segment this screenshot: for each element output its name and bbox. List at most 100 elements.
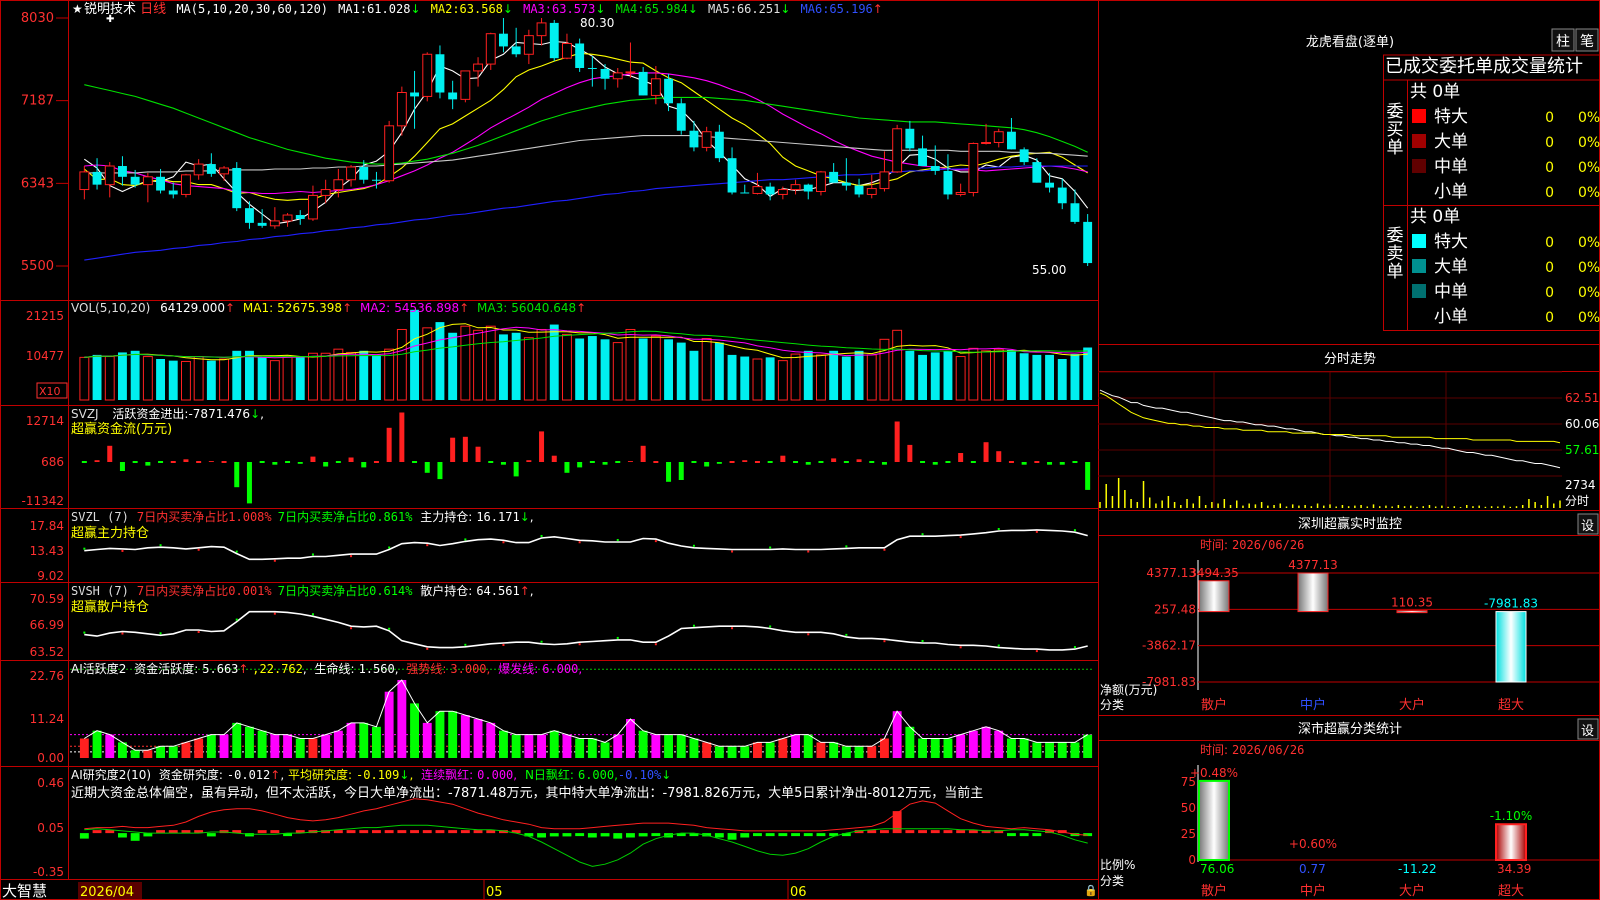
volume-bar xyxy=(1007,349,1016,400)
volume-bar xyxy=(943,350,953,400)
svzj-bar xyxy=(678,462,684,480)
order-color-swatch xyxy=(1412,159,1426,173)
svzj-bar xyxy=(716,462,722,464)
ai-active-bar xyxy=(956,734,966,758)
svsh-line-marker xyxy=(159,632,162,635)
ai-research-bar xyxy=(410,830,419,834)
candle-body xyxy=(206,164,216,174)
ma4-value: 65.984 xyxy=(644,2,687,16)
ai-axis-top: 22.76 xyxy=(30,669,64,683)
candle-body xyxy=(448,92,458,100)
date-label: 2026/04 xyxy=(80,885,134,900)
low-price-label: 55.00 xyxy=(1032,263,1066,277)
ai-active-panel[interactable]: 22.76 11.24 0.00 AI活跃度2 资金活跃度: 5.663↑ ,22… xyxy=(30,661,1094,765)
candle-body xyxy=(282,214,293,222)
lock-icon[interactable]: 🔒 xyxy=(1084,884,1098,897)
ai-research-bar xyxy=(930,830,940,834)
ai-life-value: 1.560 xyxy=(359,662,395,676)
svzl-panel[interactable]: 17.84 13.43 9.02 SVZL (7) 7日内买卖净占比1.008%… xyxy=(30,509,1088,583)
stock-name[interactable]: 锐明技术 xyxy=(84,2,136,17)
volume-bar xyxy=(600,339,610,400)
svzj-bar xyxy=(564,462,570,473)
period-label[interactable]: 日线 xyxy=(140,2,166,17)
candle-body xyxy=(854,185,864,195)
ai-active-bar xyxy=(714,746,724,758)
month-06-label: 06 xyxy=(790,885,807,900)
ar-axis-top: 0.46 xyxy=(37,776,64,790)
svsh-line-marker xyxy=(121,632,124,635)
candle-body xyxy=(219,167,229,175)
ai-research-bar xyxy=(575,833,585,837)
ai-active-bar xyxy=(1007,738,1016,758)
volume-bar xyxy=(422,327,433,401)
svzj-bar xyxy=(297,462,303,464)
candlesticks[interactable] xyxy=(79,18,1093,266)
svzl-line-marker xyxy=(235,550,238,553)
star-icon[interactable]: ★ xyxy=(72,2,83,16)
price-axis-label: 7187 xyxy=(21,94,54,109)
monitor-category-label: 中户 xyxy=(1300,697,1326,713)
ai-active-bar xyxy=(333,730,343,758)
svzl-line-marker xyxy=(464,538,467,541)
order-color-swatch xyxy=(1412,234,1426,248)
ai-active-bar xyxy=(613,734,623,758)
ai-research-bar xyxy=(714,833,724,838)
intraday-axis-4: 2734 xyxy=(1565,478,1596,492)
ma6-label: MA6: xyxy=(801,2,830,16)
candle-body xyxy=(257,222,267,226)
svzj-bar xyxy=(170,461,176,463)
dragon-panel[interactable]: 龙虎看盘(逐单) 柱 笔 已成交委托单成交量统计 委买单 委卖单 共 0单 共 … xyxy=(1306,28,1600,331)
volume-bar xyxy=(333,348,344,401)
ai-active-bar xyxy=(308,738,318,758)
svsh-axis-top: 70.59 xyxy=(30,592,64,606)
candle-body xyxy=(384,125,395,182)
volume-panel[interactable]: 21215 10477 X10 VOL(5,10,20) 64129.000↑ … xyxy=(26,301,1093,401)
ai-research-line-red xyxy=(84,798,1088,836)
vol-unit: X10 xyxy=(39,385,61,398)
ai-active-bar xyxy=(257,730,267,758)
svzj-bar xyxy=(1034,461,1040,463)
ma5-label: MA5: xyxy=(708,2,737,16)
svsh-panel[interactable]: 70.59 66.99 63.52 SVSH (7) 7日内买卖净占比0.001… xyxy=(30,583,1088,659)
vol-ma2-arrow: ↑ xyxy=(459,301,469,315)
volume-bar xyxy=(587,336,597,400)
ai-research-bar xyxy=(270,830,280,834)
candle-body xyxy=(1083,221,1093,264)
svzj-bar xyxy=(373,461,379,463)
ai-research-header: AI研究度2(10) 资金研究度: -0.012↑, 平均研究度: -0.109↓,… xyxy=(71,767,671,782)
svsh-line-marker xyxy=(235,618,238,621)
vertical-char: 委 xyxy=(1387,102,1404,122)
candle-body xyxy=(232,167,242,209)
monitor-value-label: -7981.83 xyxy=(1484,597,1538,611)
ai-burst-value: 6.000 xyxy=(542,662,578,676)
ai-research-panel[interactable]: 0.46 0.05 -0.35 AI研究度2(10) 资金研究度: -0.012↑… xyxy=(33,767,1093,879)
price-axis-label: 6343 xyxy=(21,176,54,191)
order-row-pct: 0% xyxy=(1578,285,1600,301)
candle-body xyxy=(638,71,648,96)
monitor-net-label: 净额(万元) xyxy=(1100,683,1157,697)
buy-side-label: 委买单 xyxy=(1387,102,1404,158)
ai-active-bar xyxy=(816,742,826,758)
sz-monitor-panel[interactable]: 深圳超赢实时监控 设 时间: 2026/06/26 4377.13 257.48 -3… xyxy=(1098,513,1600,713)
svzl-line-marker xyxy=(159,544,162,547)
svzj-panel[interactable]: 12714 686 -11342 SVZJ 活跃资金进出:-7871.476↓,… xyxy=(21,406,1091,508)
svzj-bar xyxy=(462,436,468,462)
sz-class-panel[interactable]: 深市超赢分类统计 设 时间: 2026/06/26 7550250+0.48%76… xyxy=(1098,718,1600,899)
svzj-bar xyxy=(729,461,735,463)
volume-bar xyxy=(142,356,153,401)
ai-active-bar xyxy=(626,719,635,758)
svzj-bar xyxy=(856,459,862,462)
volume-bar xyxy=(485,325,496,401)
class-pct-label: +0.48% xyxy=(1190,766,1238,780)
svzj-bar xyxy=(450,437,456,462)
svzj-bar xyxy=(221,461,227,463)
moving-average-lines xyxy=(83,40,1089,261)
volume-bar xyxy=(930,352,940,400)
kline-panel[interactable]: 8030718763435500 ★ ✚ 锐明技术 日线 MA(5,10,20,… xyxy=(21,2,1093,277)
buy-vertical-text: 委买单 xyxy=(1387,102,1404,158)
intraday-panel[interactable]: 分时走势 62.51 60.06 57.61 2734 分时 xyxy=(1098,351,1600,508)
svsh-hold: 64.561 xyxy=(476,584,519,598)
svzj-bar xyxy=(437,462,443,480)
ai-research-bar xyxy=(1032,833,1042,837)
svzj-bar xyxy=(513,462,519,477)
